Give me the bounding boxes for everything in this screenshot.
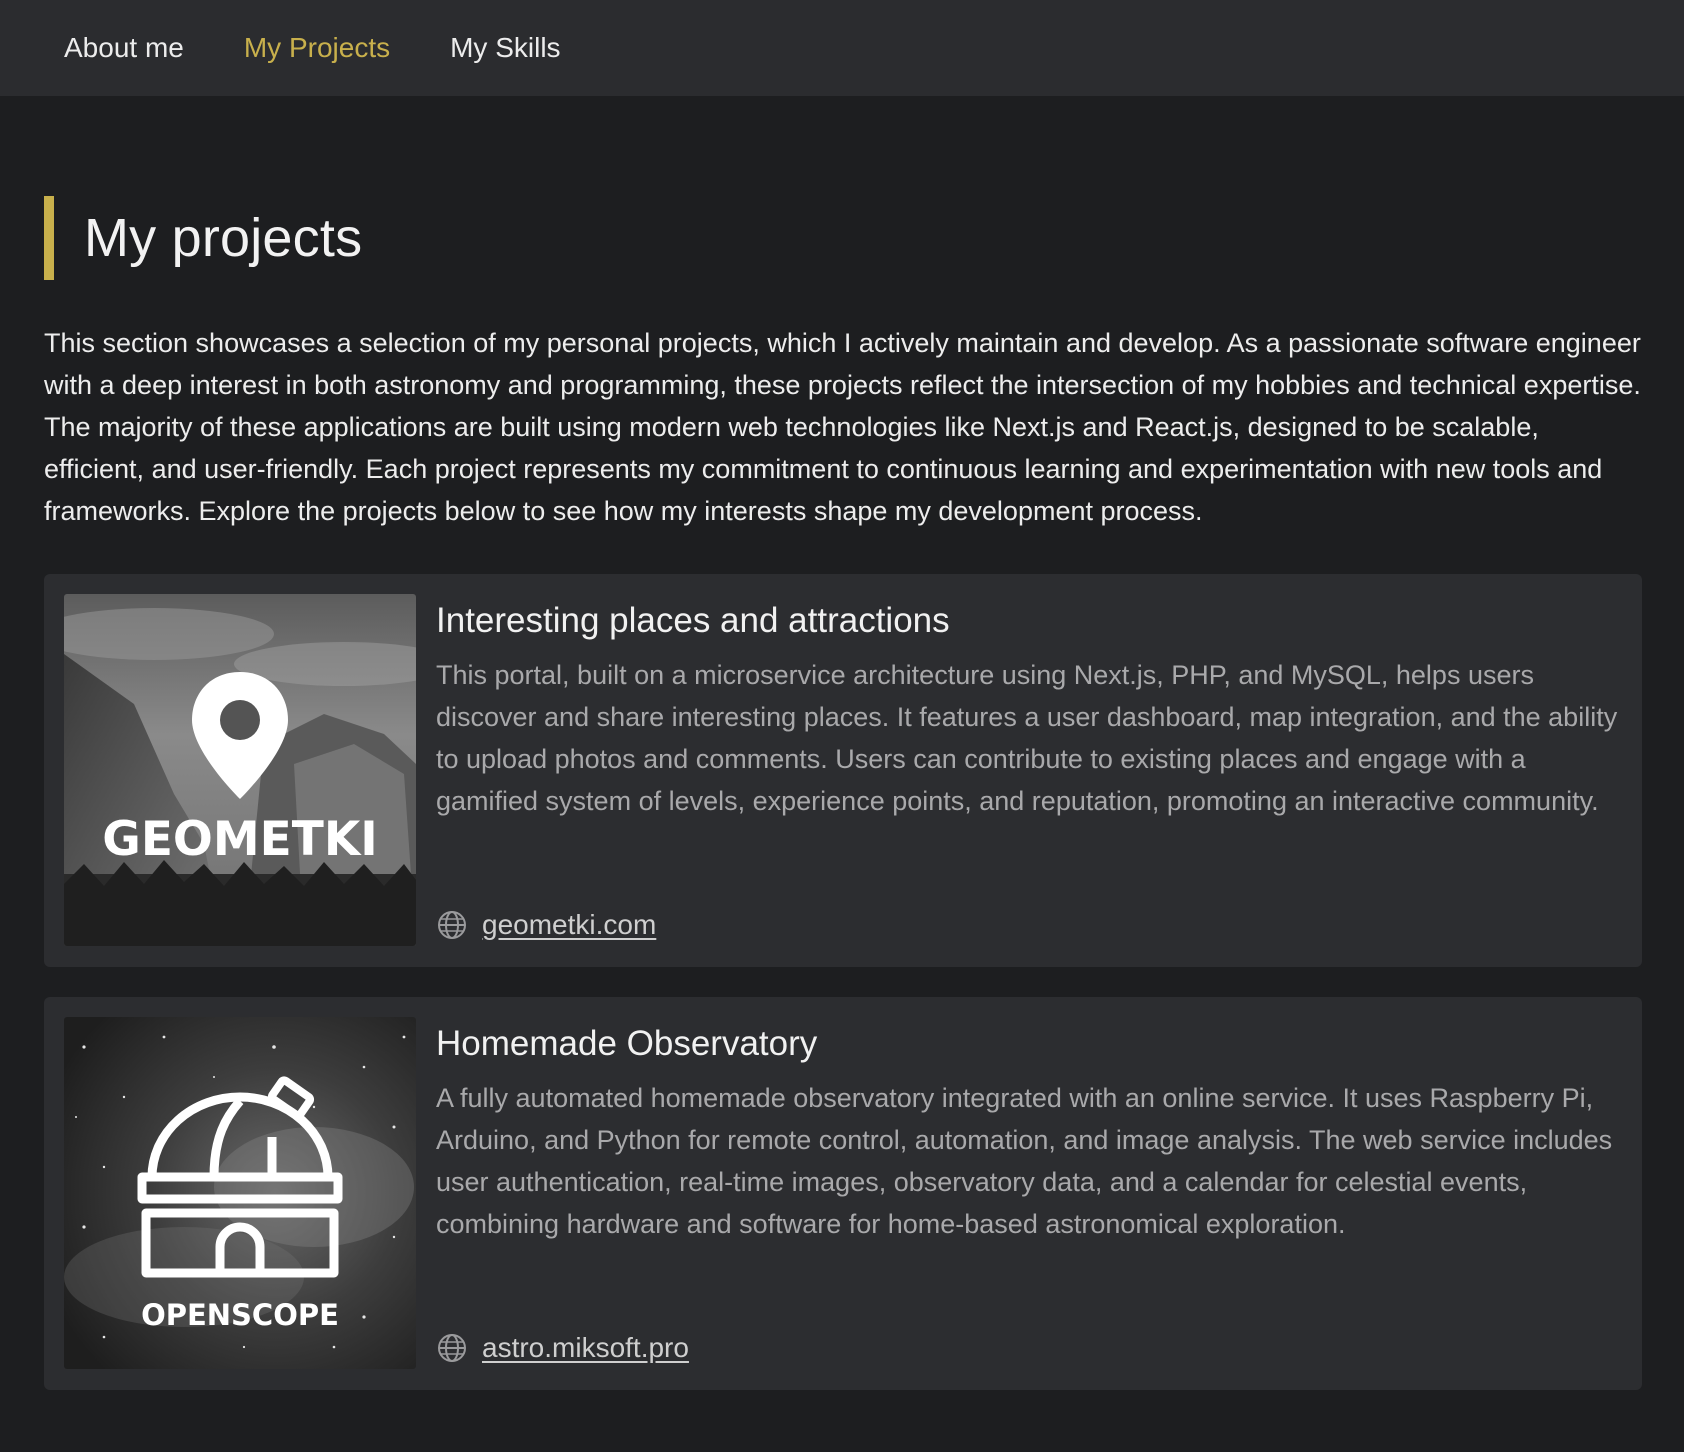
main-content: My projects This section showcases a sel… (0, 196, 1642, 1390)
nav-my-skills[interactable]: My Skills (450, 34, 560, 62)
page-title-block: My projects (44, 196, 1640, 280)
project-link[interactable]: geometki.com (482, 909, 656, 941)
openscope-logo-image: OPENSCOPE (64, 1017, 416, 1369)
title-accent-bar (44, 196, 54, 280)
nav-my-projects[interactable]: My Projects (244, 34, 390, 62)
project-title: Interesting places and attractions (436, 601, 950, 640)
project-description: This portal, built on a microservice arc… (436, 660, 1618, 816)
project-card-body: Homemade Observatory A fully automated h… (436, 1017, 1622, 1245)
intro-paragraph: This section showcases a selection of my… (44, 328, 1641, 526)
project-description: A fully automated homemade observatory i… (436, 1083, 1613, 1239)
geometki-logo-image: GEOMETKI (64, 594, 416, 946)
project-link-row: geometki.com (436, 905, 656, 945)
geometki-logo-text: GEOMETKI (102, 812, 377, 867)
globe-icon (438, 911, 466, 939)
project-card: GEOMETKI Interesting places and attracti… (44, 574, 1642, 967)
top-navigation: About me My Projects My Skills (0, 0, 1684, 96)
project-card-body: Interesting places and attractions This … (436, 594, 1622, 822)
project-link[interactable]: astro.miksoft.pro (482, 1332, 689, 1364)
nav-about-me[interactable]: About me (64, 34, 184, 62)
openscope-logo-text: OPENSCOPE (141, 1298, 339, 1332)
globe-icon (438, 1334, 466, 1362)
project-title: Homemade Observatory (436, 1024, 818, 1063)
page-title: My projects (84, 208, 363, 268)
project-link-row: astro.miksoft.pro (436, 1328, 689, 1368)
project-card: OPENSCOPE Homemade Observatory A fully a… (44, 997, 1642, 1390)
